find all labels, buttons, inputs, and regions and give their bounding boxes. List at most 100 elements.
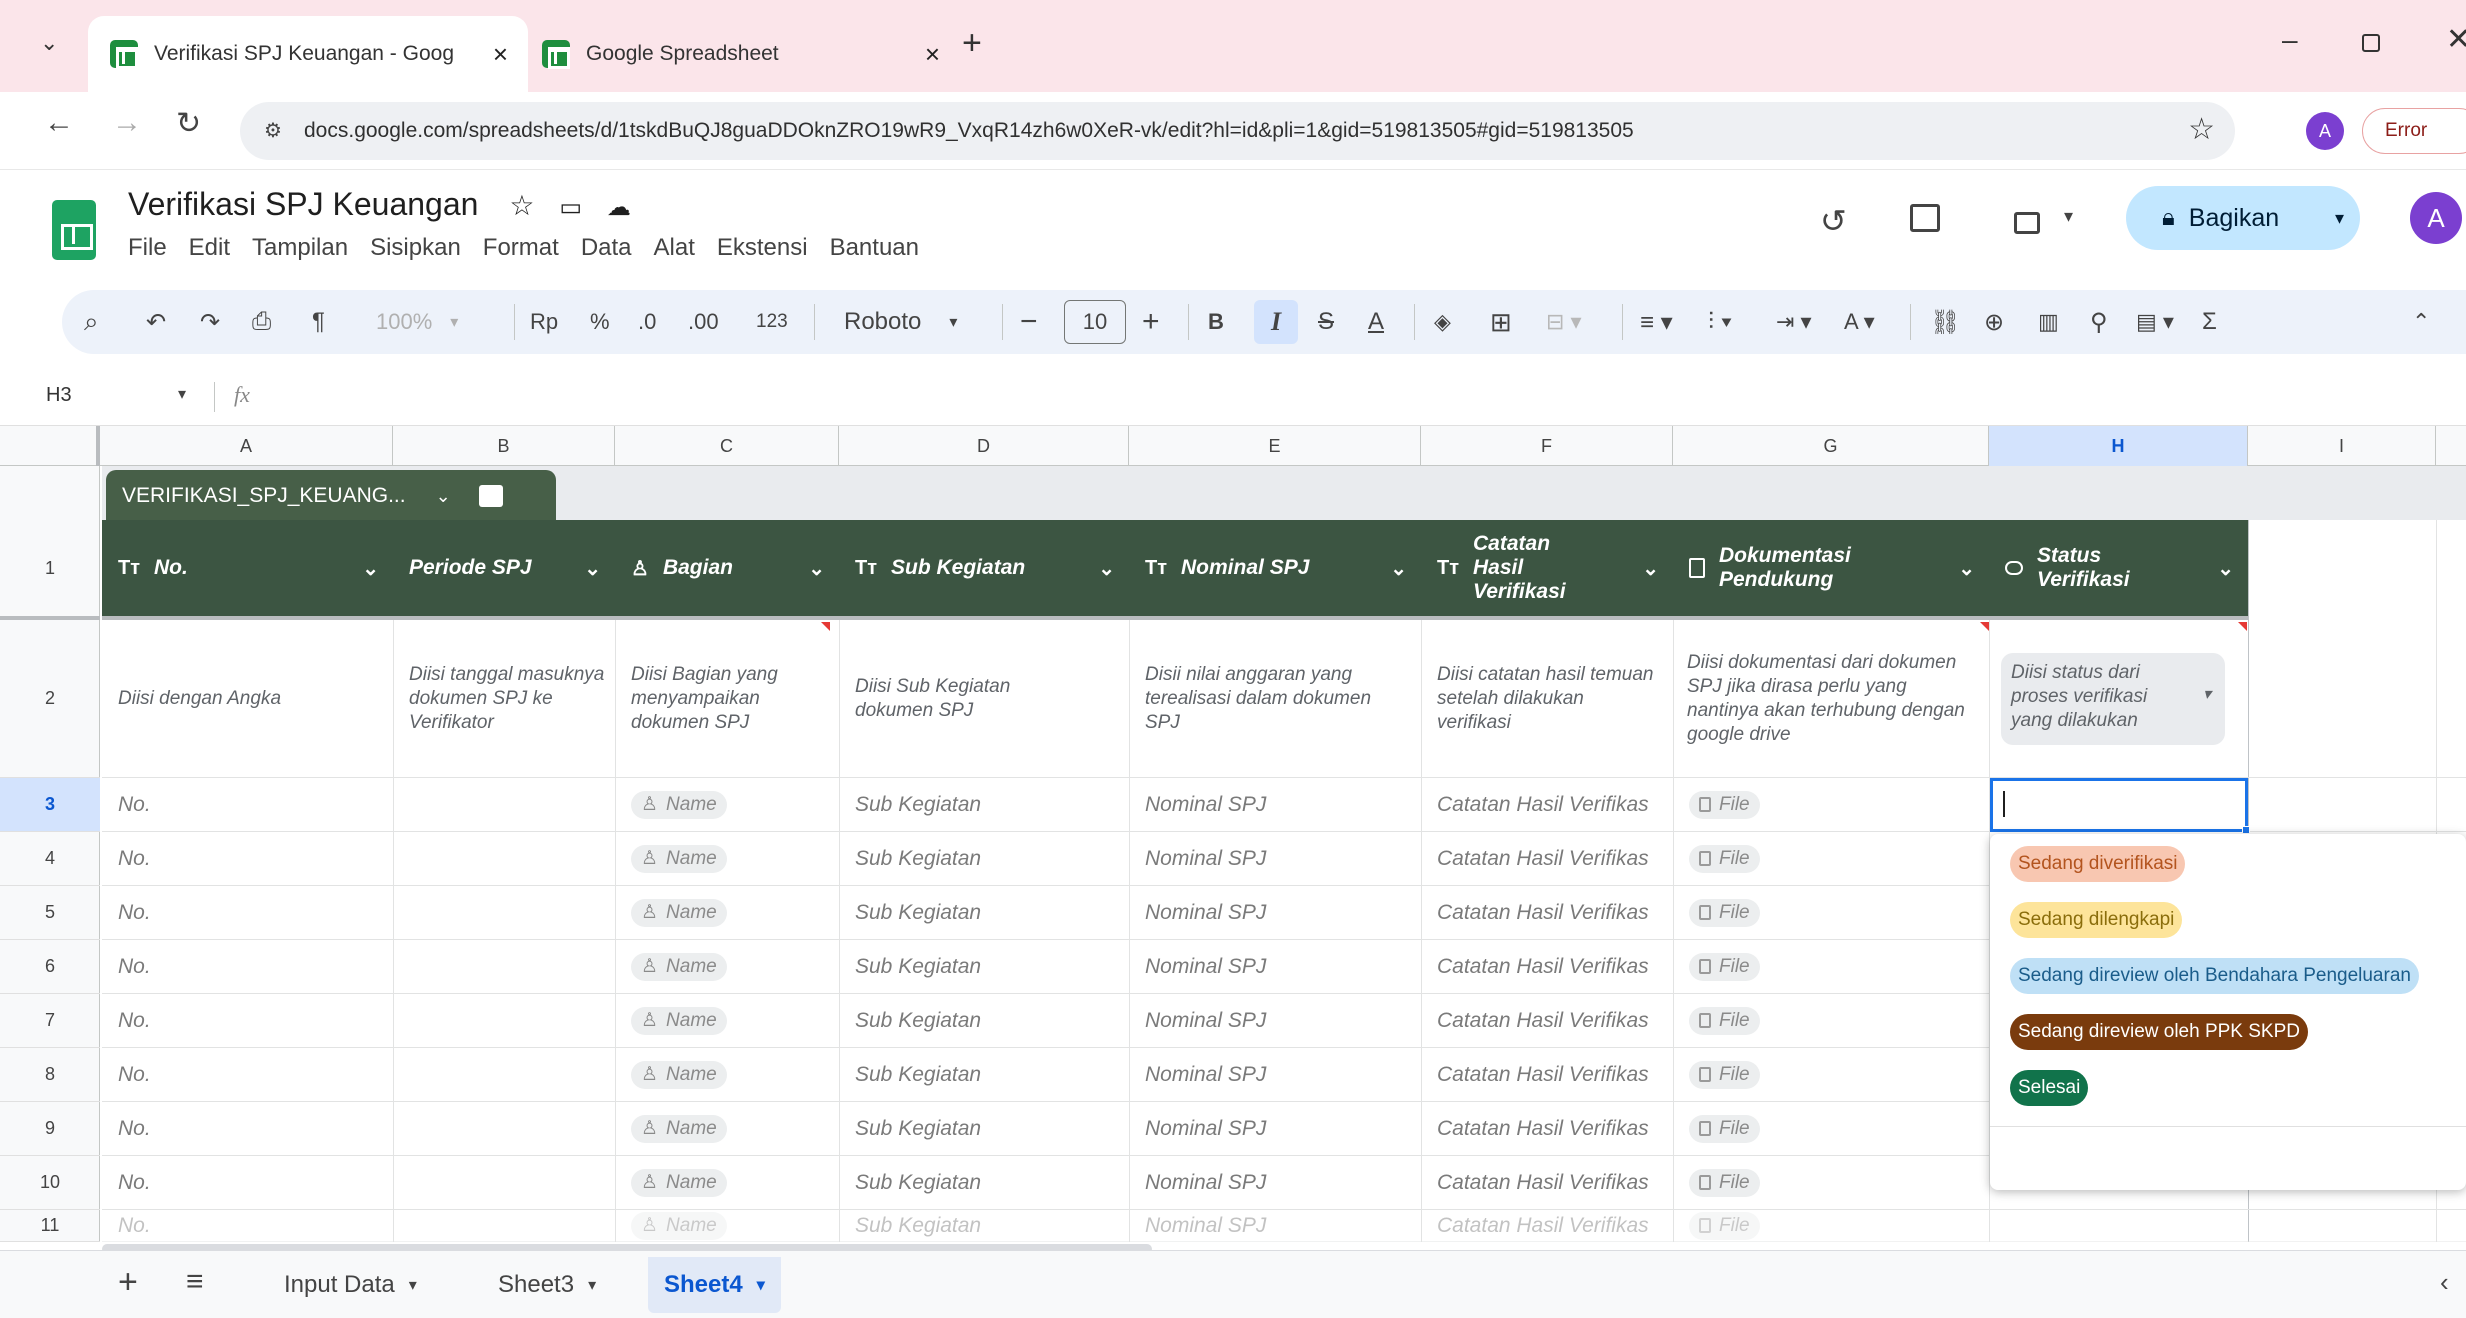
account-avatar[interactable]: A: [2410, 192, 2462, 244]
cell-no[interactable]: No.: [102, 832, 393, 885]
menu-tools[interactable]: Alat: [654, 234, 695, 262]
restore-icon[interactable]: [2362, 34, 2380, 52]
header-catatan-hasil-verifikasi[interactable]: Tт Catatan Hasil Verifikasi ⌄: [1421, 520, 1673, 616]
cell-dokumentasi[interactable]: File: [1673, 1048, 1989, 1101]
column-menu-chevron-icon[interactable]: ⌄: [362, 556, 379, 581]
row-header[interactable]: 7: [0, 994, 100, 1048]
column-header[interactable]: D: [839, 426, 1129, 466]
cell-nominal-spj[interactable]: Nominal SPJ: [1129, 1048, 1421, 1101]
column-menu-chevron-icon[interactable]: ⌄: [2217, 556, 2234, 581]
row-header[interactable]: 6: [0, 940, 100, 994]
cell-catatan[interactable]: Catatan Hasil Verifikas: [1421, 940, 1673, 993]
cell-sub-kegiatan[interactable]: Sub Kegiatan: [839, 940, 1129, 993]
cell-periode-spj[interactable]: [393, 994, 615, 1047]
row-header[interactable]: 5: [0, 886, 100, 940]
cell-dokumentasi[interactable]: File: [1673, 886, 1989, 939]
borders-icon[interactable]: ⊞: [1490, 290, 1512, 354]
formula-input[interactable]: [280, 378, 2430, 416]
column-header[interactable]: B: [393, 426, 615, 466]
row-header[interactable]: 4: [0, 832, 100, 886]
italic-button[interactable]: I: [1254, 300, 1298, 344]
cell-periode-spj[interactable]: [393, 1210, 615, 1241]
error-button[interactable]: Error: [2362, 108, 2466, 154]
increase-decimal-button[interactable]: .00: [688, 290, 719, 354]
column-menu-chevron-icon[interactable]: ⌄: [584, 556, 601, 581]
sheet-tab[interactable]: Sheet3 ▾: [482, 1257, 612, 1313]
cell-dokumentasi[interactable]: File: [1673, 832, 1989, 885]
close-tab-icon[interactable]: ×: [925, 39, 940, 70]
header-sub-kegiatan[interactable]: Tт Sub Kegiatan ⌄: [839, 520, 1129, 616]
person-chip[interactable]: ♙ Name: [631, 790, 727, 819]
cell-no[interactable]: No.: [102, 1048, 393, 1101]
description-cell[interactable]: Diisi Sub Kegiatan dokumen SPJ: [839, 620, 1129, 777]
cell-sub-kegiatan[interactable]: Sub Kegiatan: [839, 1048, 1129, 1101]
row-header[interactable]: 1: [0, 520, 100, 620]
text-rotation-icon[interactable]: A ▾: [1844, 290, 1875, 354]
menu-format[interactable]: Format: [483, 234, 559, 262]
menu-help[interactable]: Bantuan: [830, 234, 919, 262]
cell-catatan[interactable]: Catatan Hasil Verifikas: [1421, 886, 1673, 939]
strikethrough-icon[interactable]: S: [1318, 290, 1334, 354]
hide-menus-icon[interactable]: ⌃: [2412, 290, 2430, 354]
undo-icon[interactable]: ↶: [146, 290, 166, 354]
file-chip[interactable]: File: [1689, 1060, 1760, 1089]
sheets-logo-icon[interactable]: [52, 200, 96, 260]
cell-sub-kegiatan[interactable]: Sub Kegiatan: [839, 778, 1129, 831]
redo-icon[interactable]: ↷: [200, 290, 220, 354]
header-status-verifikasi[interactable]: Status Verifikasi ⌄: [1989, 520, 2248, 616]
sheet-tab-menu-icon[interactable]: ▾: [757, 1275, 765, 1295]
column-header[interactable]: C: [615, 426, 839, 466]
description-cell[interactable]: Diisi Bagian yang menyampaikan dokumen S…: [615, 620, 839, 777]
header-no[interactable]: Tт No. ⌄: [102, 520, 393, 616]
tab-search-icon[interactable]: ⌄: [40, 30, 58, 56]
cell-sub-kegiatan[interactable]: Sub Kegiatan: [839, 994, 1129, 1047]
cell-sub-kegiatan[interactable]: Sub Kegiatan: [839, 1156, 1129, 1209]
bookmark-star-icon[interactable]: ☆: [2188, 112, 2215, 147]
insert-chart-icon[interactable]: ▥: [2038, 290, 2059, 354]
cell-dokumentasi[interactable]: File: [1673, 940, 1989, 993]
dropdown-option[interactable]: Sedang dilengkapi: [2010, 902, 2183, 938]
version-history-icon[interactable]: ↺: [1820, 202, 1847, 240]
meet-icon[interactable]: [2014, 212, 2040, 234]
increase-font-size-button[interactable]: +: [1142, 290, 1160, 354]
cloud-status-icon[interactable]: ☁: [607, 194, 631, 221]
column-menu-chevron-icon[interactable]: ⌄: [808, 556, 825, 581]
column-header[interactable]: I: [2248, 426, 2436, 466]
cell-sub-kegiatan[interactable]: Sub Kegiatan: [839, 886, 1129, 939]
zoom-select[interactable]: 100% ▾: [376, 290, 458, 354]
cell-nominal-spj[interactable]: Nominal SPJ: [1129, 886, 1421, 939]
file-chip[interactable]: File: [1689, 952, 1760, 981]
add-sheet-button[interactable]: +: [118, 1263, 138, 1302]
fill-handle[interactable]: [2242, 826, 2250, 834]
file-chip[interactable]: File: [1689, 898, 1760, 927]
profile-avatar[interactable]: A: [2306, 112, 2344, 150]
font-size-input[interactable]: 10: [1064, 300, 1126, 344]
comments-icon[interactable]: [1910, 204, 1940, 232]
header-dokumentasi-pendukung[interactable]: Dokumentasi Pendukung ⌄: [1673, 520, 1989, 616]
menu-file[interactable]: File: [128, 234, 167, 262]
name-box[interactable]: H3: [46, 384, 72, 407]
horizontal-align-icon[interactable]: ≡ ▾: [1640, 290, 1673, 354]
cell-periode-spj[interactable]: [393, 1048, 615, 1101]
cell-bagian[interactable]: ♙ Name: [615, 1102, 839, 1155]
new-tab-button[interactable]: +: [962, 24, 982, 63]
column-menu-chevron-icon[interactable]: ⌄: [1958, 556, 1975, 581]
cell-bagian[interactable]: ♙ Name: [615, 832, 839, 885]
menu-insert[interactable]: Sisipkan: [370, 234, 461, 262]
column-menu-chevron-icon[interactable]: ⌄: [1390, 556, 1407, 581]
header-periode-spj[interactable]: Periode SPJ ⌄: [393, 520, 615, 616]
cell-sub-kegiatan[interactable]: Sub Kegiatan: [839, 832, 1129, 885]
cell-periode-spj[interactable]: [393, 940, 615, 993]
cell-catatan[interactable]: Catatan Hasil Verifikas: [1421, 778, 1673, 831]
cell-periode-spj[interactable]: [393, 778, 615, 831]
person-chip[interactable]: ♙ Name: [631, 1168, 727, 1197]
filter-icon[interactable]: ⚲: [2090, 290, 2108, 354]
cell-nominal-spj[interactable]: Nominal SPJ: [1129, 1210, 1421, 1241]
column-header[interactable]: E: [1129, 426, 1421, 466]
cell-catatan[interactable]: Catatan Hasil Verifikas: [1421, 1102, 1673, 1155]
file-chip[interactable]: File: [1689, 844, 1760, 873]
explore-collapse-icon[interactable]: ‹: [2440, 1267, 2449, 1298]
cell-periode-spj[interactable]: [393, 832, 615, 885]
sheet-tab-active[interactable]: Sheet4 ▾: [648, 1257, 781, 1313]
close-window-icon[interactable]: ✕: [2446, 22, 2466, 57]
